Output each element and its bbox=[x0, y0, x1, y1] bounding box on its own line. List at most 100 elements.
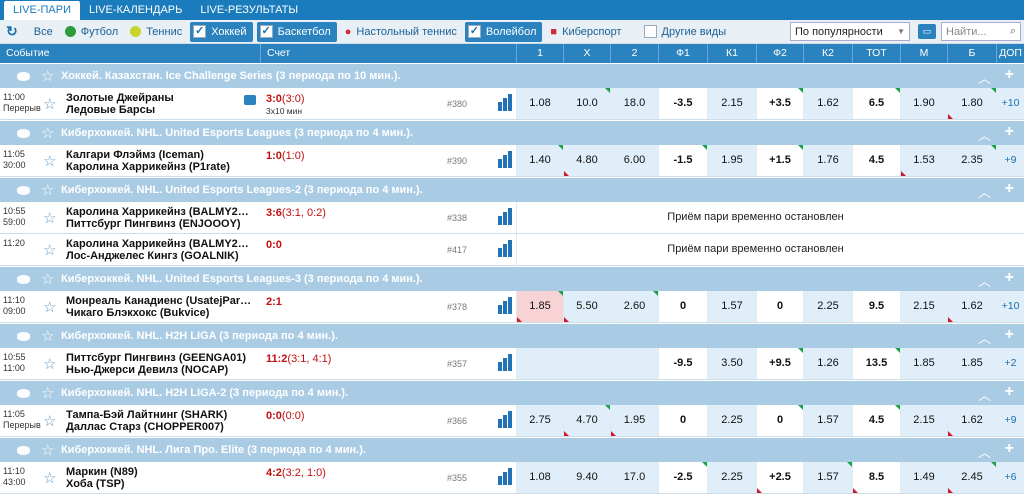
favorite-star-icon[interactable]: ☆ bbox=[43, 152, 56, 170]
star-icon[interactable]: ☆ bbox=[41, 441, 61, 459]
more-markets-button[interactable]: +10 bbox=[996, 291, 1024, 322]
filter-football[interactable]: Футбол bbox=[59, 20, 125, 44]
filter-volleyball[interactable]: ✓ Волейбол bbox=[464, 21, 543, 42]
favorite-star-icon[interactable]: ☆ bbox=[43, 95, 56, 113]
odd-x[interactable]: 4.80 bbox=[563, 145, 610, 176]
event-teams[interactable]: Питтсбург Пингвинз (GEENGA01) Нью-Джерси … bbox=[66, 352, 256, 376]
star-icon[interactable]: ☆ bbox=[41, 327, 61, 345]
filter-basketball[interactable]: ✓ Баскетбол bbox=[256, 21, 337, 42]
odd-k2[interactable]: 1.62 bbox=[803, 88, 852, 119]
sort-select[interactable]: По популярности ▼ bbox=[790, 22, 910, 41]
refresh-icon[interactable]: ↻ bbox=[6, 23, 18, 40]
odd-m[interactable]: 2.15 bbox=[900, 291, 947, 322]
star-icon[interactable]: ☆ bbox=[41, 384, 61, 402]
chevron-up-icon[interactable]: ︿ bbox=[978, 68, 991, 87]
league-header[interactable]: ☆ Киберхоккей. NHL. United Esports League… bbox=[0, 266, 1024, 291]
odd-b[interactable]: 2.35 bbox=[947, 145, 996, 176]
more-markets-button[interactable]: +9 bbox=[996, 145, 1024, 176]
chevron-up-icon[interactable]: ︿ bbox=[978, 182, 991, 201]
plus-icon[interactable]: + bbox=[1005, 123, 1014, 141]
odd-k1[interactable]: 2.25 bbox=[707, 405, 756, 436]
favorite-star-icon[interactable]: ☆ bbox=[43, 209, 56, 227]
col-tot[interactable]: ТОТ bbox=[852, 44, 900, 63]
league-header[interactable]: ☆ Киберхоккей. NHL. United Esports League… bbox=[0, 120, 1024, 145]
odd-f2[interactable]: 0 bbox=[756, 291, 803, 322]
event-teams[interactable]: Тампа-Бэй Лайтнинг (SHARK) Даллас Старз (… bbox=[66, 409, 256, 433]
league-header[interactable]: ☆ Киберхоккей. NHL. H2H LIGA-2 (3 периода… bbox=[0, 380, 1024, 405]
col-k2[interactable]: К2 bbox=[803, 44, 852, 63]
odd-k1[interactable]: 2.25 bbox=[707, 462, 756, 493]
more-markets-button[interactable]: +6 bbox=[996, 462, 1024, 493]
odd-2[interactable]: 17.0 bbox=[610, 462, 658, 493]
favorite-star-icon[interactable]: ☆ bbox=[43, 412, 56, 430]
event-teams[interactable]: Калгари Флэймз (Iceman) Каролина Харрикей… bbox=[66, 149, 256, 173]
more-markets-button[interactable]: +10 bbox=[996, 88, 1024, 119]
col-1[interactable]: 1 bbox=[516, 44, 563, 63]
tab-live-results[interactable]: LIVE-РЕЗУЛЬТАТЫ bbox=[191, 0, 307, 20]
odd-k2[interactable]: 2.25 bbox=[803, 291, 852, 322]
plus-icon[interactable]: + bbox=[1005, 383, 1014, 401]
stats-bar-chart-icon[interactable] bbox=[498, 94, 513, 111]
odd-tot[interactable]: 4.5 bbox=[852, 145, 900, 176]
odd-m[interactable]: 1.85 bbox=[900, 348, 947, 379]
star-icon[interactable]: ☆ bbox=[41, 124, 61, 142]
odd-k2[interactable]: 1.57 bbox=[803, 462, 852, 493]
plus-icon[interactable]: + bbox=[1005, 66, 1014, 84]
filter-table-tennis[interactable]: ● Настольный теннис bbox=[339, 20, 463, 44]
stats-bar-chart-icon[interactable] bbox=[498, 354, 513, 371]
chevron-up-icon[interactable]: ︿ bbox=[978, 328, 991, 347]
col-dop[interactable]: ДОП bbox=[996, 44, 1024, 63]
stats-bar-chart-icon[interactable] bbox=[498, 297, 513, 314]
league-header[interactable]: ☆ Киберхоккей. NHL. Лига Про. Elite (3 пе… bbox=[0, 437, 1024, 462]
league-header[interactable]: ☆ Киберхоккей. NHL. H2H LIGA (3 периода п… bbox=[0, 323, 1024, 348]
chevron-up-icon[interactable]: ︿ bbox=[978, 385, 991, 404]
odd-k2[interactable]: 1.57 bbox=[803, 405, 852, 436]
plus-icon[interactable]: + bbox=[1005, 326, 1014, 344]
odd-tot[interactable]: 13.5 bbox=[852, 348, 900, 379]
odd-f2[interactable]: +2.5 bbox=[756, 462, 803, 493]
odd-f1[interactable]: -1.5 bbox=[658, 145, 707, 176]
odd-1[interactable]: 1.08 bbox=[516, 88, 563, 119]
odd-1[interactable]: 1.40 bbox=[516, 145, 563, 176]
filter-hockey[interactable]: ✓ Хоккей bbox=[190, 21, 253, 42]
tv-broadcast-icon[interactable] bbox=[244, 95, 256, 105]
odd-f1[interactable]: -3.5 bbox=[658, 88, 707, 119]
plus-icon[interactable]: + bbox=[1005, 269, 1014, 287]
odd-b[interactable]: 1.62 bbox=[947, 405, 996, 436]
odd-b[interactable]: 1.80 bbox=[947, 88, 996, 119]
favorite-star-icon[interactable]: ☆ bbox=[43, 241, 56, 259]
odd-f2[interactable]: 0 bbox=[756, 405, 803, 436]
odd-1[interactable]: 1.08 bbox=[516, 462, 563, 493]
odd-k2[interactable]: 1.26 bbox=[803, 348, 852, 379]
col-b[interactable]: Б bbox=[947, 44, 996, 63]
league-header[interactable]: ☆ Хоккей. Казахстан. Ice Challenge Series… bbox=[0, 63, 1024, 88]
odd-f1[interactable]: -9.5 bbox=[658, 348, 707, 379]
odd-m[interactable]: 1.49 bbox=[900, 462, 947, 493]
stats-bar-chart-icon[interactable] bbox=[498, 151, 513, 168]
odd-x[interactable]: 4.70 bbox=[563, 405, 610, 436]
col-f2[interactable]: Ф2 bbox=[756, 44, 803, 63]
col-2[interactable]: 2 bbox=[610, 44, 658, 63]
event-teams[interactable]: Маркин (N89) Хоба (TSP) bbox=[66, 466, 256, 490]
odd-k2[interactable]: 1.76 bbox=[803, 145, 852, 176]
filter-tennis[interactable]: Теннис bbox=[124, 20, 188, 44]
col-x[interactable]: X bbox=[563, 44, 610, 63]
odd-k1[interactable]: 2.15 bbox=[707, 88, 756, 119]
odd-m[interactable]: 1.90 bbox=[900, 88, 947, 119]
odd-1[interactable]: 1.85 bbox=[516, 291, 563, 322]
odd-m[interactable]: 2.15 bbox=[900, 405, 947, 436]
odd-k1[interactable]: 1.95 bbox=[707, 145, 756, 176]
odd-m[interactable]: 1.53 bbox=[900, 145, 947, 176]
odd-b[interactable]: 1.85 bbox=[947, 348, 996, 379]
odd-1[interactable]: 2.75 bbox=[516, 405, 563, 436]
odd-2[interactable]: 18.0 bbox=[610, 88, 658, 119]
more-markets-button[interactable]: +9 bbox=[996, 405, 1024, 436]
star-icon[interactable]: ☆ bbox=[41, 270, 61, 288]
stats-bar-chart-icon[interactable] bbox=[498, 208, 513, 225]
favorite-star-icon[interactable]: ☆ bbox=[43, 298, 56, 316]
chevron-up-icon[interactable]: ︿ bbox=[978, 442, 991, 461]
filter-all[interactable]: Все bbox=[28, 20, 59, 44]
odd-x[interactable]: 5.50 bbox=[563, 291, 610, 322]
odd-f1[interactable]: -2.5 bbox=[658, 462, 707, 493]
odd-x[interactable]: 9.40 bbox=[563, 462, 610, 493]
